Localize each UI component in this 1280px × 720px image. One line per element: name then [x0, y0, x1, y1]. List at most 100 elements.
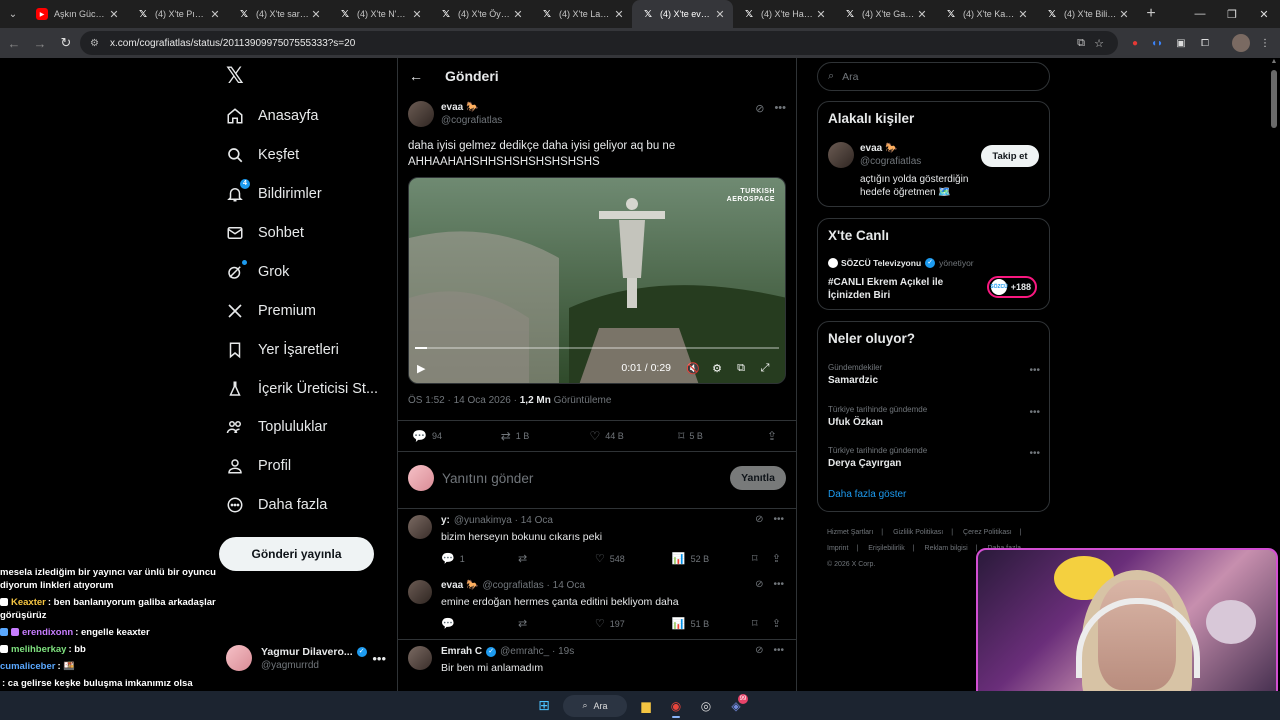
bookmark-action[interactable]: ⌑: [752, 552, 772, 565]
scroll-thumb[interactable]: [1271, 70, 1277, 128]
reply-item[interactable]: y: @yunakimya · 14 Oca ⊘ ••• bizim herseyı…: [398, 509, 796, 574]
trend-item[interactable]: Türkiye tarihinde gündemde Ufuk Özkan ••…: [828, 405, 1040, 428]
reply-action[interactable]: 💬 94: [412, 429, 501, 443]
settings-gear-icon[interactable]: ⚙: [705, 362, 729, 375]
grok-icon[interactable]: ⊘: [755, 514, 763, 525]
live-channel[interactable]: SÖZCÜ Televizyonu ✓ yönetiyor: [828, 258, 974, 268]
more-icon[interactable]: •••: [773, 579, 784, 590]
scroll-up-icon[interactable]: ▲: [1268, 58, 1280, 70]
repost-action[interactable]: ⇄ 1 B: [501, 429, 590, 443]
avatar[interactable]: [408, 101, 434, 127]
close-tab-icon[interactable]: ✕: [814, 8, 828, 21]
windows-start-icon[interactable]: ⊞: [530, 693, 558, 719]
tab-7[interactable]: 𝕏 (4) X'te Haberi ✕: [733, 0, 834, 28]
play-icon[interactable]: ▶: [417, 362, 431, 375]
close-tab-icon[interactable]: ✕: [309, 8, 323, 21]
grok-icon[interactable]: ⊘: [755, 102, 764, 115]
nav-premium[interactable]: Premium: [226, 298, 316, 324]
site-info-icon[interactable]: ⚙: [90, 38, 102, 49]
tab-8[interactable]: 𝕏 (4) X'te GaGa i✕: [834, 0, 935, 28]
live-viewers[interactable]: SÖZCÜ +188: [987, 276, 1037, 298]
trend-item[interactable]: Gündemdekiler Samardzic •••: [828, 363, 1040, 386]
post-author[interactable]: evaa 🐎 @cografiatlas: [408, 101, 502, 127]
mute-icon[interactable]: 🔇: [681, 362, 705, 375]
nav-communities[interactable]: Topluluklar: [226, 414, 327, 440]
fullscreen-icon[interactable]: ⤢: [753, 362, 777, 375]
more-icon[interactable]: •••: [773, 514, 784, 525]
tab-1[interactable]: 𝕏 (4) X'te Pınar 🎀✕: [127, 0, 228, 28]
author-handle[interactable]: @cografiatlas: [441, 115, 502, 126]
browser-menu-icon[interactable]: ⋮: [1256, 34, 1274, 52]
video-progress-bar[interactable]: [415, 347, 779, 349]
close-window-icon[interactable]: ✕: [1248, 0, 1280, 28]
reply-action[interactable]: 💬 1: [441, 552, 518, 565]
reply-author-name[interactable]: y:: [441, 515, 450, 526]
close-tab-icon[interactable]: ✕: [713, 8, 727, 21]
avatar[interactable]: [408, 515, 432, 539]
author-name[interactable]: evaa 🐎: [441, 102, 502, 113]
related-person[interactable]: evaa 🐎 @cografiatlas: [860, 143, 921, 167]
like-action[interactable]: ♡ 44 B: [589, 429, 678, 443]
reply-author-handle[interactable]: @yunakimya · 14 Oca: [454, 515, 553, 526]
close-tab-icon[interactable]: ✕: [612, 8, 626, 21]
search-input[interactable]: ⌕ Ara: [817, 62, 1050, 91]
back-icon[interactable]: ←: [2, 31, 26, 55]
avatar[interactable]: [408, 580, 432, 604]
tab-5[interactable]: 𝕏 (4) X'te Lara: "s✕: [531, 0, 632, 28]
footer-link[interactable]: Çerez Politikası: [963, 529, 1012, 536]
grok-icon[interactable]: ⊘: [755, 579, 763, 590]
reply-button[interactable]: Yanıtla: [730, 466, 786, 490]
nav-creator-studio[interactable]: İçerik Üreticisi St...: [226, 376, 378, 402]
close-tab-icon[interactable]: ✕: [511, 8, 525, 21]
nav-grok[interactable]: Grok: [226, 259, 289, 285]
tab-3[interactable]: 𝕏 (4) X'te N'golo ✕: [329, 0, 430, 28]
repost-action[interactable]: ⇄: [518, 552, 595, 565]
nav-home[interactable]: Anasayfa: [226, 103, 318, 129]
minimize-icon[interactable]: —: [1184, 0, 1216, 28]
repost-action[interactable]: ⇄: [518, 617, 595, 630]
like-action[interactable]: ♡ 548: [595, 552, 672, 565]
avatar[interactable]: [828, 142, 854, 168]
maximize-icon[interactable]: ❐: [1216, 0, 1248, 28]
reload-icon[interactable]: ↻: [54, 31, 78, 55]
more-icon[interactable]: •••: [773, 645, 784, 656]
x-logo-icon[interactable]: 𝕏: [226, 65, 246, 87]
close-tab-icon[interactable]: ✕: [410, 8, 424, 21]
extension-red-icon[interactable]: ●: [1126, 34, 1144, 52]
tab-10[interactable]: 𝕏 (4) X'te Biliyor ✕: [1036, 0, 1137, 28]
reply-author-name[interactable]: Emrah C: [441, 646, 482, 657]
share-action[interactable]: ⇪: [772, 617, 786, 630]
forward-icon[interactable]: →: [28, 31, 52, 55]
reply-item[interactable]: Emrah C ✓ @emrahc_ · 19s ⊘ ••• Bir ben mi a…: [398, 640, 796, 691]
nav-explore[interactable]: Keşfet: [226, 142, 299, 168]
tab-search-icon[interactable]: ⌄: [0, 0, 26, 28]
profile-avatar-icon[interactable]: [1232, 34, 1250, 52]
bookmark-star-icon[interactable]: ☆: [1090, 37, 1108, 50]
back-arrow-icon[interactable]: ←: [409, 68, 425, 84]
reply-item[interactable]: evaa 🐎 @cografiatlas · 14 Oca ⊘ ••• emine …: [398, 574, 796, 639]
extensions-puzzle-icon[interactable]: ⧠: [1196, 34, 1214, 52]
new-tab-button[interactable]: +: [1137, 5, 1165, 23]
reply-action[interactable]: 💬: [441, 617, 518, 630]
more-icon[interactable]: •••: [1029, 407, 1040, 418]
address-bar[interactable]: ⚙ x.com/cografiatlas/status/201139099750…: [80, 31, 1118, 55]
nav-bookmarks[interactable]: Yer İşaretleri: [226, 337, 339, 363]
related-handle[interactable]: @cografiatlas: [860, 156, 921, 167]
tab-2[interactable]: 𝕏 (4) X'te sara: "s✕: [228, 0, 329, 28]
account-switcher[interactable]: Yagmur Dilavero... ✓ @yagmurrdd •••: [226, 642, 386, 674]
tab-0[interactable]: ▶ Aşkın Gücü Ofi✕: [26, 0, 127, 28]
follow-button[interactable]: Takip et: [981, 145, 1039, 167]
reply-author-handle[interactable]: @emrahc_ · 19s: [500, 646, 574, 657]
views-action[interactable]: 📊 51 B: [672, 617, 752, 630]
nav-more[interactable]: Daha fazla: [226, 492, 327, 518]
footer-link[interactable]: Reklam bilgisi: [925, 545, 968, 552]
tab-9[interactable]: 𝕏 (4) X'te Kalbim ✕: [935, 0, 1036, 28]
more-icon[interactable]: •••: [774, 102, 786, 115]
close-tab-icon[interactable]: ✕: [1117, 8, 1131, 21]
footer-link[interactable]: Gizlilik Politikası: [893, 529, 943, 536]
picture-in-picture-icon[interactable]: ⧉: [729, 362, 753, 375]
bookmark-action[interactable]: ⌑: [752, 617, 772, 630]
views-action[interactable]: 📊 52 B: [672, 552, 752, 565]
url-text[interactable]: x.com/cografiatlas/status/20113909975075…: [110, 38, 1072, 49]
live-stream-title[interactable]: #CANLI Ekrem Açıkel ile İçinizden Biri: [828, 276, 943, 302]
